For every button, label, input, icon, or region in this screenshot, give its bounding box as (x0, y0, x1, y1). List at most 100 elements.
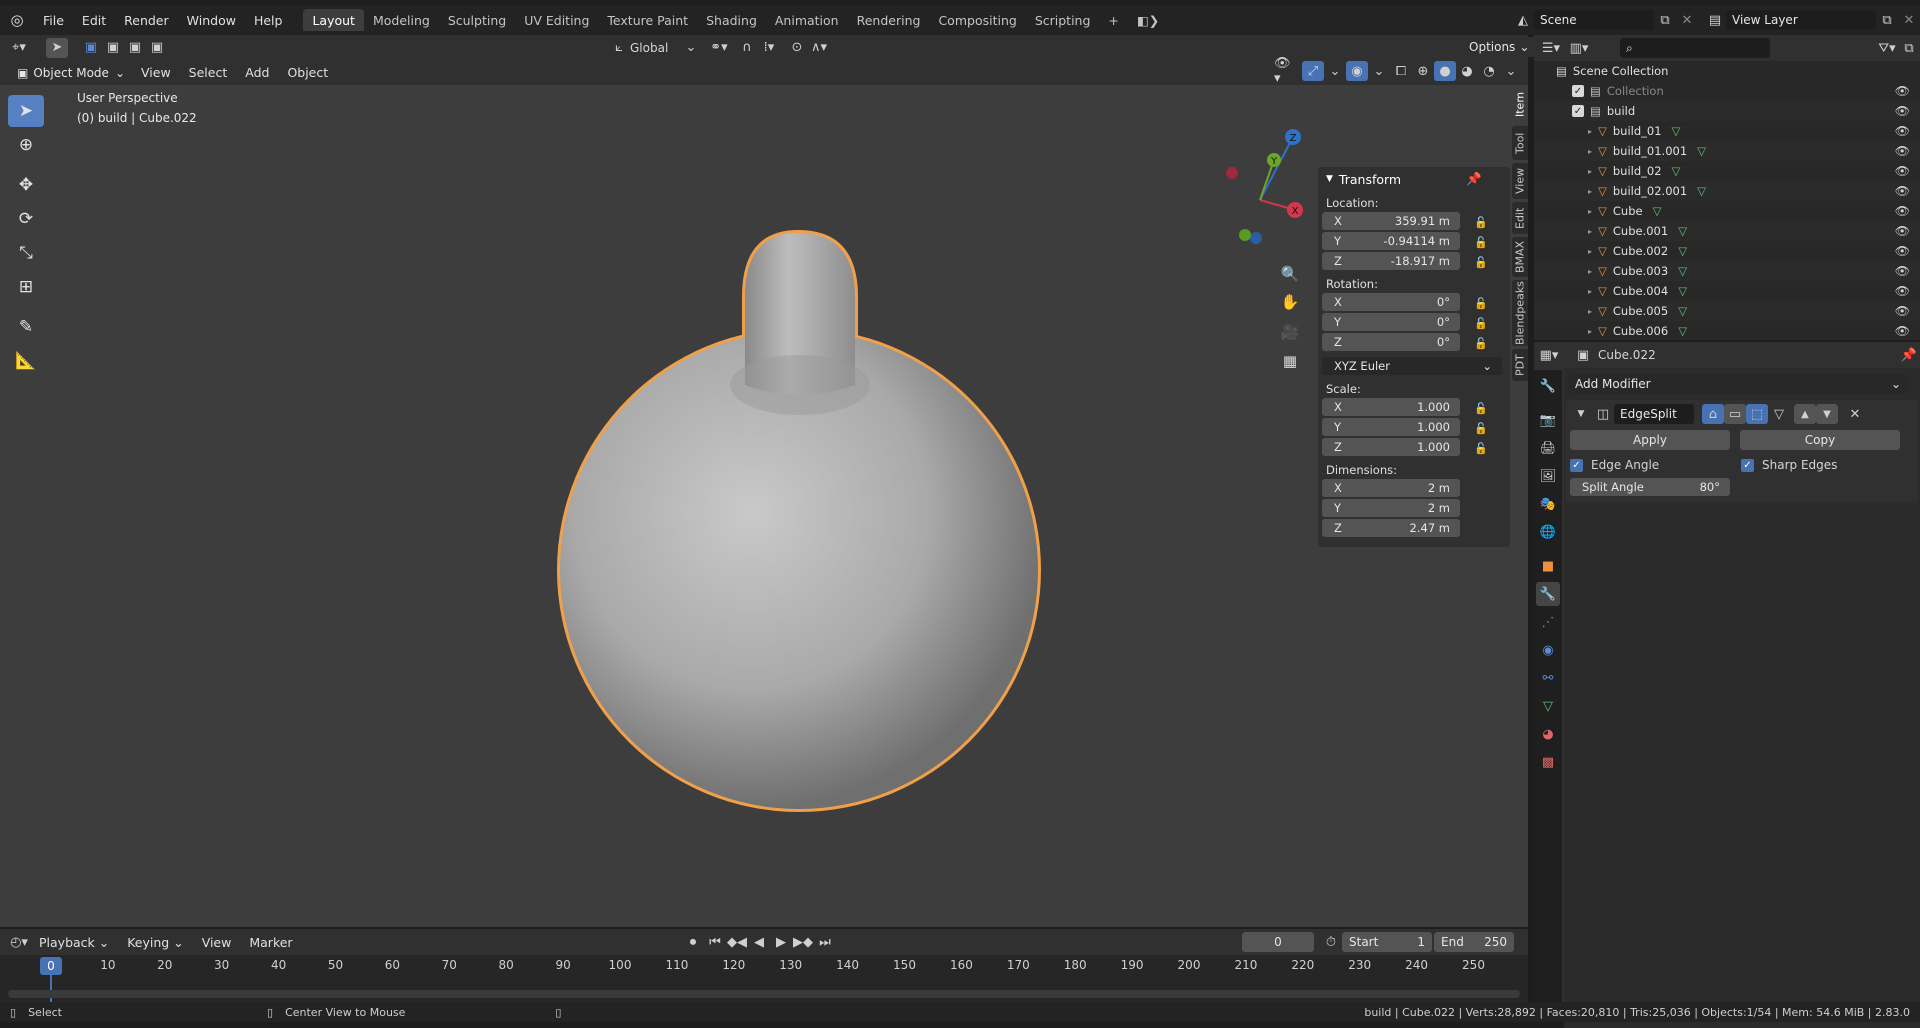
mode-dropdown[interactable]: ▣ Object Mode ⌄ (10, 62, 132, 83)
tab-shading[interactable]: Shading (697, 9, 766, 31)
dimensions-z-field[interactable]: Z 2.47 m (1322, 519, 1460, 537)
render-properties-icon[interactable]: 📷 (1536, 408, 1560, 432)
outliner-editor-type-icon[interactable]: ☰▾ (1540, 38, 1562, 58)
solid-shading-icon[interactable]: ● (1434, 61, 1456, 81)
constraints-properties-icon[interactable]: ⚯ (1536, 666, 1560, 690)
tree-row[interactable]: ▸ ▽ Cube.002 ▽ 👁 (1534, 241, 1920, 261)
scale-y-field[interactable]: Y 1.000 (1322, 418, 1460, 436)
lock-scale-z-icon[interactable]: 🔓 (1474, 442, 1496, 455)
physics-properties-icon[interactable]: ◉ (1536, 638, 1560, 662)
tab-scripting[interactable]: Scripting (1026, 9, 1100, 31)
delete-scene-icon[interactable]: ✕ (1676, 10, 1698, 30)
new-view-layer-icon[interactable]: ⧉ (1876, 10, 1898, 30)
tab-modeling[interactable]: Modeling (364, 9, 439, 31)
stopwatch-icon[interactable]: ⏱ (1320, 932, 1342, 952)
rotation-y-field[interactable]: Y 0° (1322, 313, 1460, 331)
next-keyframe-icon[interactable]: ▶◆ (792, 932, 814, 952)
modifier-properties-icon[interactable]: 🔧 (1536, 582, 1560, 606)
exclude-checkbox[interactable]: ✓ (1572, 105, 1584, 117)
editor-type-icon[interactable]: ⌖▾ (8, 38, 30, 58)
world-properties-icon[interactable]: 🌐 (1536, 520, 1560, 544)
viewport-menu-view[interactable]: View (132, 65, 180, 80)
view-layer-properties-icon[interactable]: 🖼 (1536, 464, 1560, 488)
menu-window[interactable]: Window (178, 13, 245, 28)
timeline-menu-playback[interactable]: Playback ⌄ (30, 935, 118, 950)
select-mode-subtract-icon[interactable]: ▣ (124, 38, 146, 58)
eye-icon[interactable]: 👁 (1895, 324, 1910, 338)
scene-icon[interactable]: ◭ (1512, 10, 1534, 30)
location-y-field[interactable]: Y -0.94114 m (1322, 232, 1460, 250)
lock-scale-y-icon[interactable]: 🔓 (1474, 422, 1496, 435)
texture-properties-icon[interactable]: ▩ (1536, 750, 1560, 774)
rotation-x-field[interactable]: X 0° (1322, 293, 1460, 311)
mesh-data-icon[interactable]: ▽ (1678, 244, 1687, 258)
scale-x-field[interactable]: X 1.000 (1322, 398, 1460, 416)
mesh-data-icon[interactable]: ▽ (1678, 264, 1687, 278)
camera-view-icon[interactable]: 🎥 (1278, 320, 1302, 344)
blender-logo-icon[interactable]: ◎ (0, 11, 34, 29)
delete-view-layer-icon[interactable]: ✕ (1898, 10, 1920, 30)
timeline-scrollbar[interactable] (8, 990, 1520, 998)
expand-arrow-icon[interactable]: ▸ (1588, 187, 1592, 196)
mesh-data-icon[interactable]: ▽ (1678, 284, 1687, 298)
shading-chevron-icon[interactable]: ⌄ (1500, 61, 1522, 81)
location-x-field[interactable]: X 359.91 m (1322, 212, 1460, 230)
eye-icon[interactable]: 👁 (1895, 184, 1910, 198)
tree-row[interactable]: ▸ ▽ Cube.004 ▽ 👁 (1534, 281, 1920, 301)
expand-arrow-icon[interactable]: ▸ (1588, 147, 1592, 156)
eye-icon[interactable]: 👁 (1895, 124, 1910, 138)
mesh-data-icon[interactable]: ▽ (1678, 224, 1687, 238)
select-mode-extend-icon[interactable]: ▣ (102, 38, 124, 58)
properties-editor-type-icon[interactable]: ▦▾ (1538, 345, 1560, 365)
viewport-menu-add[interactable]: Add (236, 65, 278, 80)
select-mode-new-icon[interactable]: ▣ (80, 38, 102, 58)
tab-compositing[interactable]: Compositing (929, 9, 1025, 31)
tree-row[interactable]: ▸ ▽ build_02.001 ▽ 👁 (1534, 181, 1920, 201)
eye-icon[interactable]: 👁 (1895, 204, 1910, 218)
eye-icon[interactable]: 👁 (1895, 244, 1910, 258)
sidebar-tab-tool[interactable]: Tool (1512, 126, 1528, 160)
timeline-menu-view[interactable]: View (193, 935, 241, 950)
playhead[interactable]: 0 (40, 957, 62, 975)
viewport-menu-select[interactable]: Select (180, 65, 237, 80)
sidebar-tab-blendpeaks[interactable]: Blendpeaks (1512, 280, 1528, 346)
gizmo-neg-y-axis[interactable] (1239, 229, 1251, 241)
overlay-toggle-icon[interactable]: ◉ (1346, 61, 1368, 81)
menu-edit[interactable]: Edit (73, 13, 115, 28)
rendered-shading-icon[interactable]: ◔ (1478, 61, 1500, 81)
tree-row[interactable]: ▸ ▽ build_01.001 ▽ 👁 (1534, 141, 1920, 161)
tree-row[interactable]: ▸ ▽ Cube.003 ▽ 👁 (1534, 261, 1920, 281)
tab-animation[interactable]: Animation (766, 9, 848, 31)
record-icon[interactable]: ⏺ (682, 932, 704, 952)
sidebar-tab-edit[interactable]: Edit (1512, 202, 1528, 234)
tab-rendering[interactable]: Rendering (848, 9, 930, 31)
exclude-checkbox[interactable]: ✓ (1572, 85, 1584, 97)
eye-icon[interactable]: 👁 (1895, 304, 1910, 318)
timeline-editor-type-icon[interactable]: ◴▾ (8, 932, 30, 952)
expand-arrow-icon[interactable]: ▸ (1588, 127, 1592, 136)
mesh-data-icon[interactable]: ▽ (1672, 164, 1681, 178)
select-box-mode-icon[interactable]: ➤ (46, 37, 68, 58)
filter-icon[interactable]: ⛛▾ (1876, 38, 1898, 58)
expand-arrow-icon[interactable]: ▸ (1588, 247, 1592, 256)
overlay-chevron-icon[interactable]: ⌄ (1368, 61, 1390, 81)
menu-help[interactable]: Help (245, 13, 292, 28)
eye-icon[interactable]: 👁 (1895, 104, 1910, 118)
mesh-data-properties-icon[interactable]: ▽ (1536, 694, 1560, 718)
options-dropdown[interactable]: Options ⌄ (1462, 37, 1537, 57)
copy-button[interactable]: Copy (1740, 430, 1900, 450)
visibility-icon[interactable]: 👁▾ (1274, 56, 1296, 86)
remove-modifier-icon[interactable]: ✕ (1844, 404, 1866, 424)
tree-row[interactable]: ▸ ▽ build_02 ▽ 👁 (1534, 161, 1920, 181)
edge-angle-checkbox[interactable]: ✓ (1570, 458, 1583, 472)
select-mode-intersect-icon[interactable]: ▣ (146, 38, 168, 58)
orientation-dropdown[interactable]: Global (630, 41, 680, 55)
panel-collapse-icon[interactable]: ▼ (1326, 174, 1333, 184)
dimensions-y-field[interactable]: Y2 m (1322, 499, 1460, 517)
scene-properties-icon[interactable]: 🎭 (1536, 492, 1560, 516)
tab-texture-paint[interactable]: Texture Paint (598, 9, 697, 31)
xray-icon[interactable]: ⧠ (1390, 61, 1412, 81)
tree-row[interactable]: ✓ ▤ Collection 👁 (1534, 81, 1920, 101)
ortho-grid-icon[interactable]: ▦ (1278, 349, 1302, 373)
tool-properties-icon[interactable]: 🔧 (1536, 374, 1560, 398)
